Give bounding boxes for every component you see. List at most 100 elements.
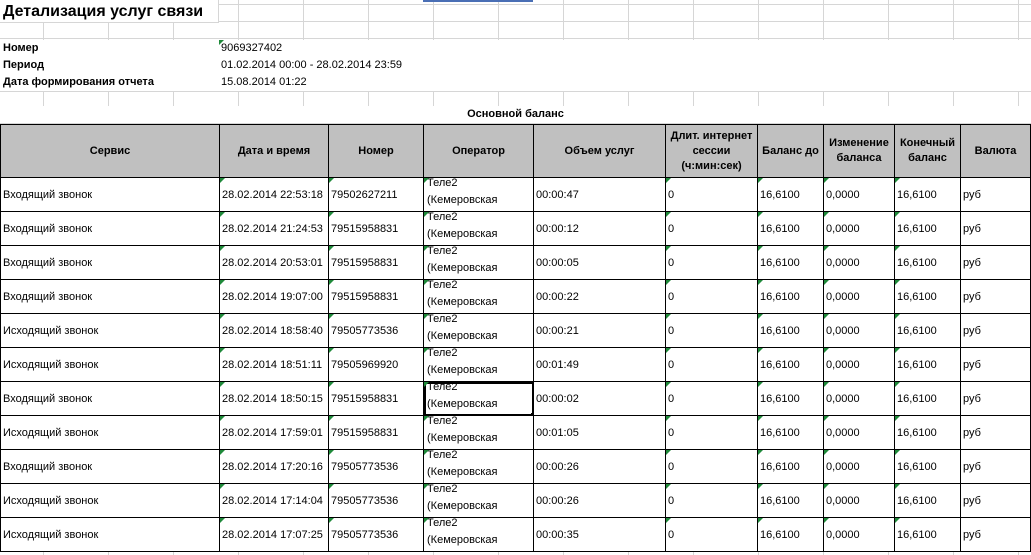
table-cell[interactable]: 0,0000 [823, 381, 895, 416]
table-cell[interactable]: 0,0000 [823, 415, 895, 450]
table-cell[interactable]: Теле2(Кемеровскаяобласть) [423, 313, 534, 348]
table-cell[interactable]: 0,0000 [823, 313, 895, 348]
table-cell[interactable]: 0 [665, 177, 758, 212]
table-cell[interactable]: Теле2(Кемеровскаяобласть) [423, 415, 534, 450]
table-cell[interactable]: 16,6100 [757, 245, 824, 280]
table-cell[interactable]: 16,6100 [894, 517, 961, 552]
table-cell[interactable]: 16,6100 [757, 211, 824, 246]
table-cell[interactable]: руб [960, 347, 1031, 382]
table-cell[interactable]: Теле2(Кемеровскаяобласть) [423, 245, 534, 280]
table-cell[interactable]: 0 [665, 517, 758, 552]
info-row-number[interactable]: Номер 9069327402 [0, 40, 1031, 57]
table-cell[interactable]: Теле2(Кемеровскаяобласть) [423, 347, 534, 382]
table-cell[interactable]: 79515958831 [328, 245, 424, 280]
table-cell[interactable]: 16,6100 [757, 313, 824, 348]
table-cell[interactable]: 16,6100 [894, 449, 961, 484]
table-cell[interactable]: руб [960, 313, 1031, 348]
table-cell[interactable]: 28.02.2014 22:53:18 [219, 177, 329, 212]
table-cell[interactable]: 16,6100 [894, 347, 961, 382]
table-cell[interactable]: 00:00:26 [533, 483, 666, 518]
table-cell[interactable]: 0 [665, 483, 758, 518]
table-cell[interactable]: 79505969920 [328, 347, 424, 382]
table-cell[interactable]: 00:01:05 [533, 415, 666, 450]
table-cell[interactable]: 00:00:12 [533, 211, 666, 246]
table-cell[interactable]: 28.02.2014 18:51:11 [219, 347, 329, 382]
table-cell[interactable]: 00:00:35 [533, 517, 666, 552]
info-row-period[interactable]: Период 01.02.2014 00:00 - 28.02.2014 23:… [0, 57, 1031, 74]
table-cell[interactable]: 16,6100 [757, 381, 824, 416]
table-cell[interactable]: 28.02.2014 17:14:04 [219, 483, 329, 518]
table-cell[interactable]: 00:00:26 [533, 449, 666, 484]
table-cell[interactable]: Исходящий звонок [0, 415, 220, 450]
table-cell[interactable]: 16,6100 [894, 313, 961, 348]
table-cell[interactable]: 16,6100 [894, 245, 961, 280]
table-cell[interactable]: Теле2(Кемеровскаяобласть) [423, 381, 534, 416]
column-header[interactable]: Конечный баланс [894, 124, 961, 178]
table-cell[interactable]: 79515958831 [328, 211, 424, 246]
table-cell[interactable]: Исходящий звонок [0, 347, 220, 382]
table-cell[interactable]: 16,6100 [894, 177, 961, 212]
table-cell[interactable]: 28.02.2014 20:53:01 [219, 245, 329, 280]
table-cell[interactable]: 0 [665, 245, 758, 280]
table-cell[interactable]: 28.02.2014 17:59:01 [219, 415, 329, 450]
table-cell[interactable]: руб [960, 177, 1031, 212]
column-header[interactable]: Изменение баланса [823, 124, 895, 178]
table-cell[interactable]: руб [960, 483, 1031, 518]
column-header[interactable]: Сервис [0, 124, 220, 178]
table-cell[interactable]: 16,6100 [894, 211, 961, 246]
table-cell[interactable]: 16,6100 [894, 279, 961, 314]
table-cell[interactable]: 0 [665, 347, 758, 382]
column-header[interactable]: Длит. интернет сессии (ч:мин:сек) [665, 124, 758, 178]
table-cell[interactable]: 79505773536 [328, 313, 424, 348]
table-cell[interactable]: Входящий звонок [0, 449, 220, 484]
table-cell[interactable]: Входящий звонок [0, 279, 220, 314]
table-cell[interactable]: 0,0000 [823, 177, 895, 212]
table-cell[interactable]: 79505773536 [328, 483, 424, 518]
table-cell[interactable]: 0,0000 [823, 279, 895, 314]
table-cell[interactable]: 00:00:22 [533, 279, 666, 314]
table-cell[interactable]: руб [960, 449, 1031, 484]
column-header[interactable]: Номер [328, 124, 424, 178]
table-cell[interactable]: Теле2(Кемеровскаяобласть) [423, 517, 534, 552]
table-cell[interactable]: Теле2(Кемеровскаяобласть) [423, 177, 534, 212]
table-cell[interactable]: Теле2(Кемеровскаяобласть) [423, 483, 534, 518]
table-cell[interactable]: 28.02.2014 19:07:00 [219, 279, 329, 314]
table-cell[interactable]: 16,6100 [894, 415, 961, 450]
table-cell[interactable]: 28.02.2014 18:50:15 [219, 381, 329, 416]
table-cell[interactable]: 28.02.2014 18:58:40 [219, 313, 329, 348]
table-cell[interactable]: 28.02.2014 21:24:53 [219, 211, 329, 246]
table-cell[interactable]: 0,0000 [823, 483, 895, 518]
table-cell[interactable]: 16,6100 [757, 177, 824, 212]
table-cell[interactable]: 79505773536 [328, 449, 424, 484]
table-cell[interactable]: 16,6100 [894, 483, 961, 518]
table-cell[interactable]: Входящий звонок [0, 381, 220, 416]
table-cell[interactable]: 79515958831 [328, 279, 424, 314]
table-cell[interactable]: руб [960, 517, 1031, 552]
table-cell[interactable]: 00:01:49 [533, 347, 666, 382]
table-cell[interactable]: Исходящий звонок [0, 517, 220, 552]
table-cell[interactable]: 0 [665, 211, 758, 246]
table-cell[interactable]: 0,0000 [823, 449, 895, 484]
table-cell[interactable]: 0,0000 [823, 517, 895, 552]
column-header[interactable]: Объем услуг [533, 124, 666, 178]
table-cell[interactable]: Входящий звонок [0, 245, 220, 280]
table-cell[interactable]: 00:00:21 [533, 313, 666, 348]
column-header[interactable]: Дата и время [219, 124, 329, 178]
table-cell[interactable]: 79505773536 [328, 517, 424, 552]
table-cell[interactable]: Теле2(Кемеровскаяобласть) [423, 449, 534, 484]
table-cell[interactable]: руб [960, 415, 1031, 450]
table-cell[interactable]: 0 [665, 415, 758, 450]
table-cell[interactable]: 0 [665, 313, 758, 348]
table-cell[interactable]: 16,6100 [757, 449, 824, 484]
table-cell[interactable]: 79502627211 [328, 177, 424, 212]
table-cell[interactable]: руб [960, 279, 1031, 314]
table-cell[interactable]: Теле2(Кемеровскаяобласть) [423, 211, 534, 246]
table-cell[interactable]: 0 [665, 279, 758, 314]
table-cell[interactable]: 16,6100 [757, 517, 824, 552]
table-cell[interactable]: Исходящий звонок [0, 483, 220, 518]
table-cell[interactable]: 16,6100 [757, 415, 824, 450]
table-cell[interactable]: 16,6100 [757, 279, 824, 314]
table-cell[interactable]: 0 [665, 449, 758, 484]
column-header[interactable]: Баланс до [757, 124, 824, 178]
table-cell[interactable]: руб [960, 245, 1031, 280]
